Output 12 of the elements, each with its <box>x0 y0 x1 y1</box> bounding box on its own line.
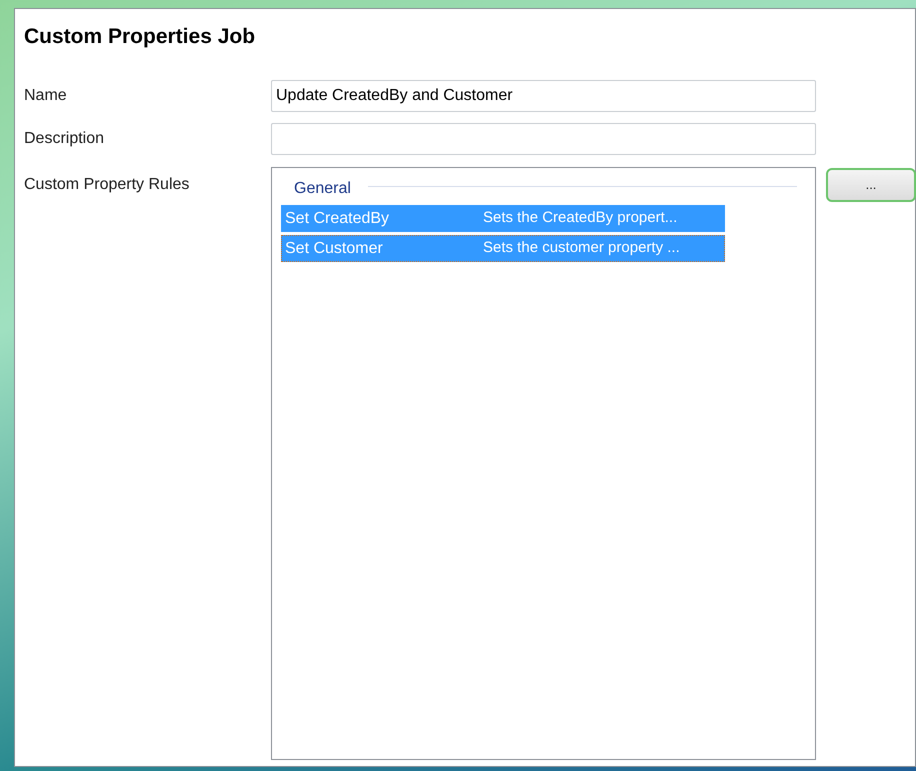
rule-description: Sets the customer property ... <box>483 238 680 258</box>
field-label: Description <box>24 129 104 149</box>
panel-title: Custom Properties Job <box>24 24 256 50</box>
text-field[interactable]: Update CreatedBy and Customer <box>271 80 816 112</box>
group-header: General <box>294 179 351 199</box>
rule-description: Sets the CreatedBy propert... <box>483 208 678 228</box>
rule-name: Set CreatedBy <box>284 208 390 228</box>
browse-button[interactable]: ... <box>826 168 916 202</box>
rule-name: Set Customer <box>284 238 384 258</box>
field-label: Custom Property Rules <box>24 175 190 195</box>
text-field[interactable] <box>271 123 816 155</box>
field-label: Name <box>24 86 67 106</box>
